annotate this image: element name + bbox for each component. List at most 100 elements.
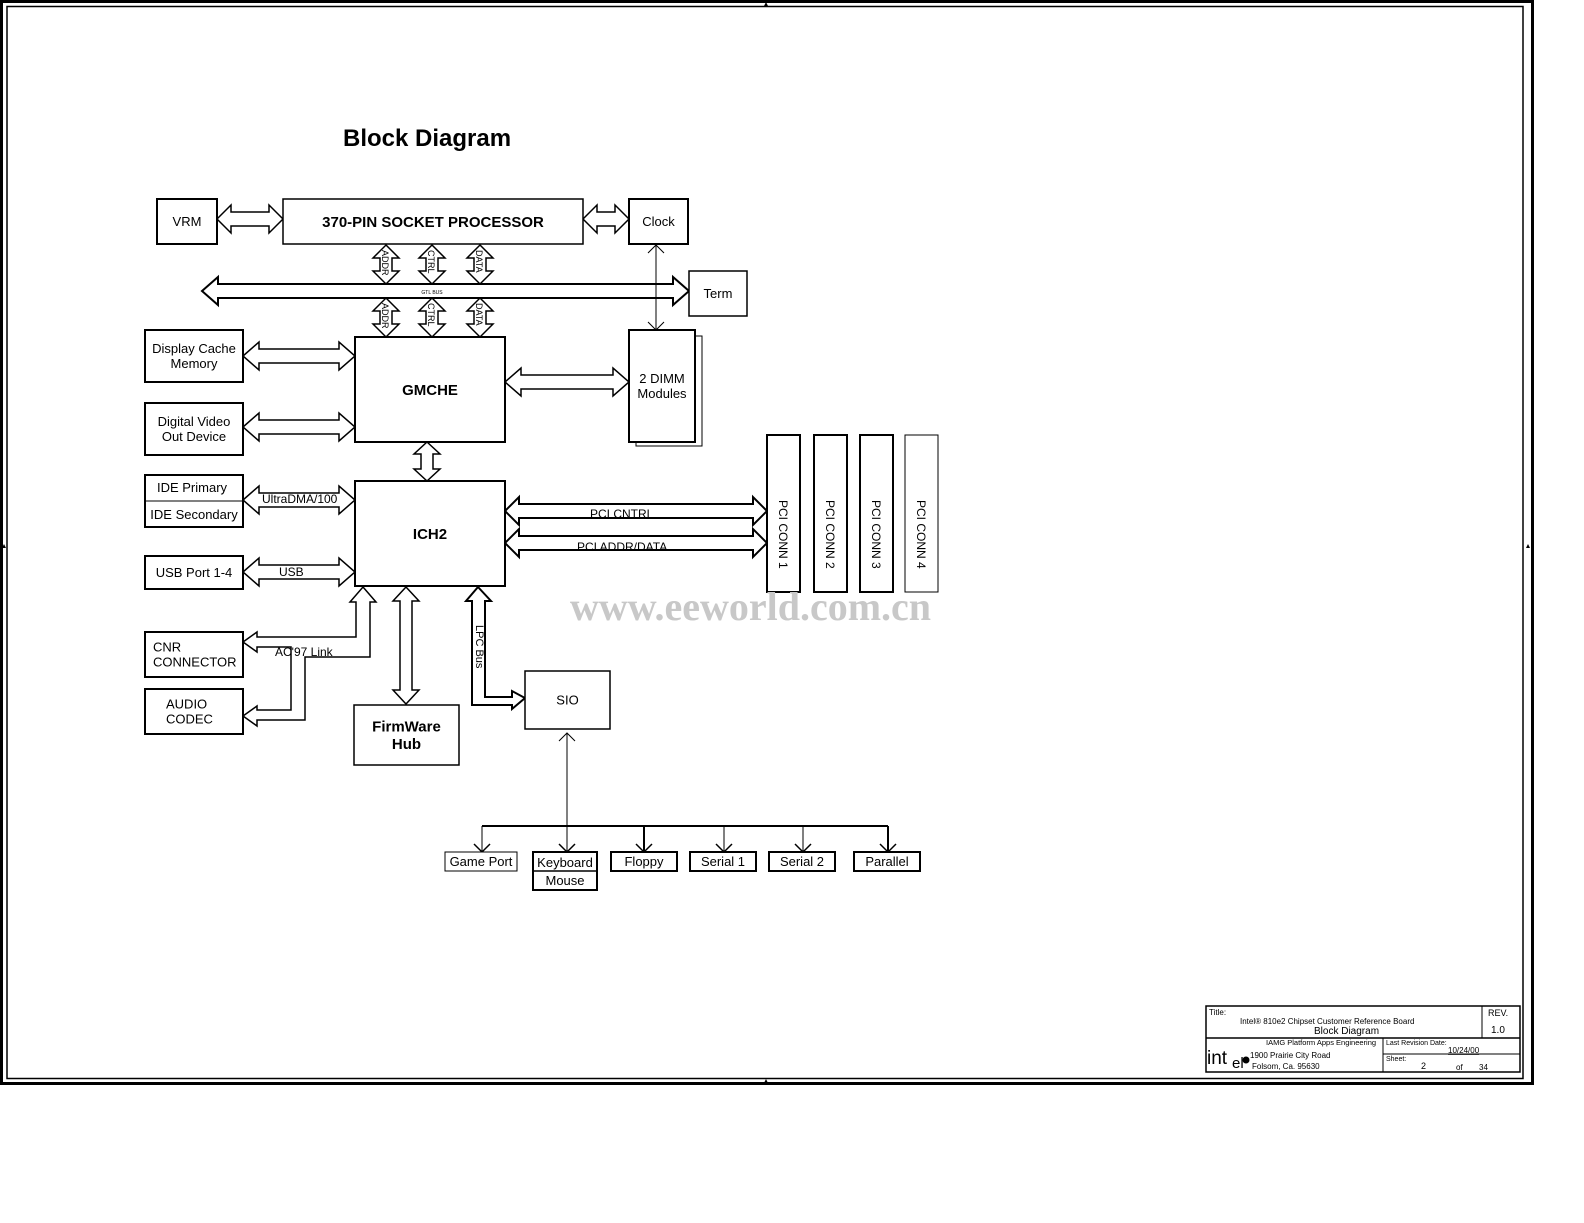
pci-conn-label: PCI CONN 1 xyxy=(776,500,790,569)
ich2-block-label: ICH2 xyxy=(413,526,447,543)
diagram-title: Block Diagram xyxy=(343,125,511,152)
rev-label: REV. xyxy=(1488,1008,1508,1018)
gtl-bus xyxy=(200,274,691,308)
address-line-3: Folsom, Ca. 95630 xyxy=(1252,1062,1320,1071)
usb-label: USB xyxy=(279,565,304,579)
intel-logo-dot xyxy=(1242,1056,1250,1064)
rev-value: 1.0 xyxy=(1491,1025,1505,1036)
lpc-label: LPC Bus xyxy=(473,625,485,669)
clock-block: Clock xyxy=(628,198,689,245)
game-port-block-label: Game Port xyxy=(450,854,513,869)
cpu-block-label: 370-PIN SOCKET PROCESSOR xyxy=(322,214,544,231)
sheet-of: of xyxy=(1456,1063,1463,1072)
serial2-block: Serial 2 xyxy=(768,851,836,872)
data-upper-label: DATA xyxy=(474,250,484,273)
vrm-block-label: VRM xyxy=(173,214,202,229)
tick-bottom xyxy=(764,1079,768,1083)
fwh-block-label: Hub xyxy=(392,736,421,753)
game-port-block: Game Port xyxy=(444,851,518,872)
watermark: www.eeworld.com.cn xyxy=(570,584,931,629)
ide-block: IDE Primary IDE Secondary xyxy=(144,474,244,528)
gmche-dimm-bus xyxy=(503,366,631,398)
intel-logo-el: el xyxy=(1232,1055,1244,1072)
pci-conn-1: PCI CONN 1 xyxy=(766,434,801,593)
address-line-2: 1900 Prairie City Road xyxy=(1250,1051,1330,1060)
dvo-bus xyxy=(241,411,357,443)
ide-primary-label: IDE Primary xyxy=(157,480,228,495)
term-block: Term xyxy=(688,270,748,317)
hub-link-bus xyxy=(412,440,442,483)
audio-codec-block: AUDIOCODEC xyxy=(144,688,244,735)
serial2-block-label: Serial 2 xyxy=(780,854,824,869)
addr-upper-label: ADDR xyxy=(380,250,390,276)
serial1-block: Serial 1 xyxy=(689,851,757,872)
ultradma-label: UltraDMA/100 xyxy=(262,492,338,506)
sheet-title: Block Diagram xyxy=(1314,1026,1379,1037)
gtl-bus-label: GTL BUS xyxy=(421,290,443,296)
parallel-block: Parallel xyxy=(853,851,921,872)
cpu-clock-bus xyxy=(581,203,631,235)
data-lower-label: DATA xyxy=(474,303,484,326)
dimm-block-label: 2 DIMM xyxy=(639,371,685,386)
sheet-label: Sheet: xyxy=(1386,1056,1406,1063)
pci-conn-4: PCI CONN 4 xyxy=(904,434,939,593)
gmche-block-label: GMCHE xyxy=(402,382,458,399)
ac97-label: AC'97 Link xyxy=(275,645,334,659)
sheet-number: 2 xyxy=(1421,1061,1426,1071)
ctrl-upper-label: CTRL xyxy=(426,250,436,274)
intel-logo: int el xyxy=(1207,1048,1250,1072)
serial1-block-label: Serial 1 xyxy=(701,854,745,869)
title-block-text: Title: Intel® 810e2 Chipset Customer Ref… xyxy=(1207,1008,1508,1072)
dvo-block: Digital VideoOut Device xyxy=(144,402,244,456)
ich2-block: ICH2 xyxy=(354,480,506,587)
last-rev-label: Last Revision Date: xyxy=(1386,1040,1447,1047)
pci-addr-data-label: PCI ADDR/DATA xyxy=(577,540,667,554)
pci-conn-label: PCI CONN 3 xyxy=(869,500,883,569)
keyboard-label: Keyboard xyxy=(537,855,593,870)
fwh-block-label: FirmWare xyxy=(372,719,441,736)
pci-cntrl-label: PCI CNTRL xyxy=(590,507,654,521)
dimm-block: 2 DIMMModules xyxy=(628,329,696,443)
display-cache-bus xyxy=(241,340,357,372)
pci-conn-3: PCI CONN 3 xyxy=(859,434,894,593)
audio-codec-block-label: AUDIO xyxy=(166,697,207,712)
ctrl-lower-label: CTRL xyxy=(426,303,436,327)
sio-block: SIO xyxy=(524,670,611,730)
addr-lower-label: ADDR xyxy=(380,303,390,329)
dvo-block-label: Out Device xyxy=(162,429,226,444)
mouse-label: Mouse xyxy=(545,873,584,888)
usb-port-block-label: USB Port 1-4 xyxy=(156,565,233,580)
keyboard-mouse-block: Keyboard Mouse xyxy=(532,851,598,891)
floppy-block: Floppy xyxy=(610,851,678,872)
audio-codec-block-label: CODEC xyxy=(166,712,213,727)
last-rev-date: 10/24/00 xyxy=(1448,1046,1480,1055)
pci-conn-label: PCI CONN 4 xyxy=(914,500,928,569)
cnr-block-label: CNR xyxy=(153,640,181,655)
sheet-total: 34 xyxy=(1479,1063,1488,1072)
sio-block-label: SIO xyxy=(556,693,578,708)
dvo-block-label: Digital Video xyxy=(158,414,231,429)
cpu-block: 370-PIN SOCKET PROCESSOR xyxy=(282,198,584,245)
tick-right xyxy=(1526,544,1530,548)
pci-conn-label: PCI CONN 2 xyxy=(823,500,837,569)
dimm-block-label: Modules xyxy=(637,386,687,401)
cnr-block: CNRCONNECTOR xyxy=(144,631,244,678)
vrm-block: VRM xyxy=(156,198,218,245)
fwh-block: FirmWareHub xyxy=(353,704,460,766)
floppy-block-label: Floppy xyxy=(624,854,664,869)
vrm-cpu-bus xyxy=(215,203,285,235)
display-cache-block-label: Memory xyxy=(171,356,218,371)
gmche-block: GMCHE xyxy=(354,336,506,443)
parallel-block-label: Parallel xyxy=(865,854,908,869)
cnr-block-label: CONNECTOR xyxy=(153,655,237,670)
pci-conn-2: PCI CONN 2 xyxy=(813,434,848,593)
fwh-bus xyxy=(391,585,421,706)
intel-logo-text: int xyxy=(1207,1048,1228,1069)
display-cache-block-label: Display Cache xyxy=(152,341,236,356)
term-block-label: Term xyxy=(704,286,733,301)
schematic-sheet: Block Diagram GTL BUS ADDR ADDR CTRL CTRL DAT… xyxy=(0,0,1534,1085)
title-label: Title: xyxy=(1209,1008,1226,1017)
display-cache-block: Display CacheMemory xyxy=(144,329,244,383)
board-title: Intel® 810e2 Chipset Customer Reference … xyxy=(1240,1017,1414,1026)
usb-port-block: USB Port 1-4 xyxy=(144,555,244,590)
